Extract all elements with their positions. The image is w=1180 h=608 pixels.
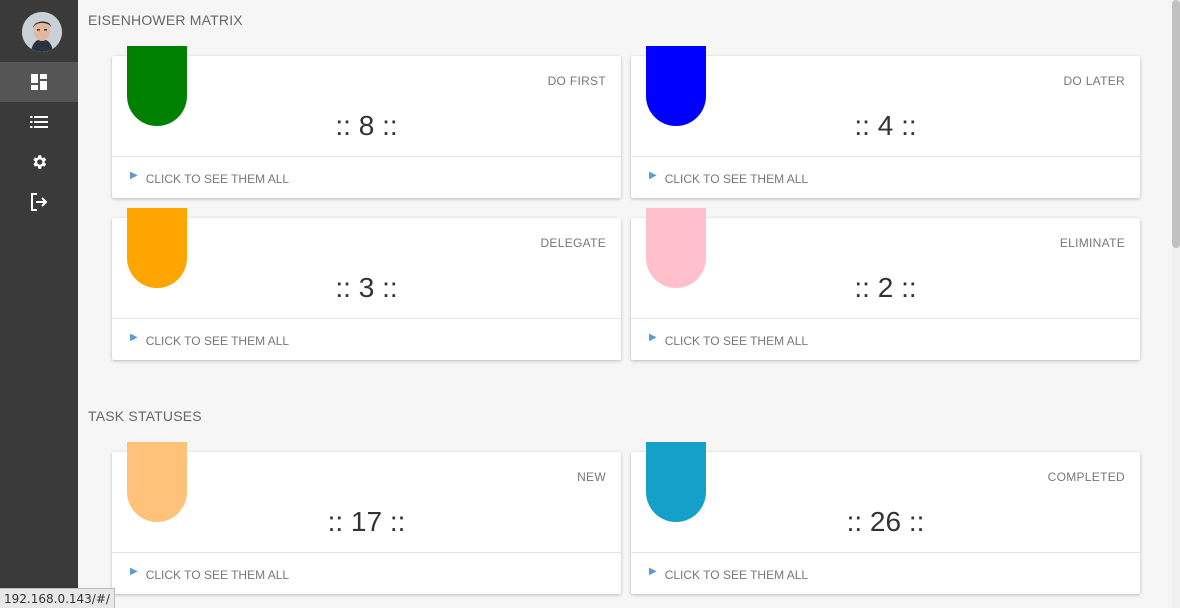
nav-dashboard[interactable] xyxy=(0,62,78,102)
card-completed: COMPLETED :: 26 :: ▶ CLICK TO SEE THEM A… xyxy=(631,442,1140,594)
main-content: EISENHOWER MATRIX DO FIRST :: 8 :: ▶ CLI… xyxy=(78,0,1172,608)
vertical-scrollbar[interactable] xyxy=(1172,0,1180,608)
card-label: DELEGATE xyxy=(540,236,606,250)
status-bar-url: 192.168.0.143/#/ xyxy=(0,588,115,608)
list-icon xyxy=(30,116,48,128)
see-all-label: CLICK TO SEE THEM ALL xyxy=(145,568,290,582)
card-label: DO LATER xyxy=(1063,74,1125,88)
section-title-matrix: EISENHOWER MATRIX xyxy=(88,12,243,28)
nav-list[interactable] xyxy=(0,102,78,142)
caret-right-icon: ▶ xyxy=(649,565,657,577)
see-all-label: CLICK TO SEE THEM ALL xyxy=(664,172,809,186)
caret-right-icon: ▶ xyxy=(130,169,138,181)
divider xyxy=(631,156,1140,157)
card-delegate: DELEGATE :: 3 :: ▶ CLICK TO SEE THEM ALL xyxy=(112,208,621,360)
see-all-link[interactable]: ▶ CLICK TO SEE THEM ALL xyxy=(649,331,809,349)
card-do-later: DO LATER :: 4 :: ▶ CLICK TO SEE THEM ALL xyxy=(631,46,1140,198)
user-avatar[interactable] xyxy=(22,12,62,52)
card-label: NEW xyxy=(577,470,606,484)
card-do-first: DO FIRST :: 8 :: ▶ CLICK TO SEE THEM ALL xyxy=(112,46,621,198)
nav-settings[interactable] xyxy=(0,142,78,182)
divider xyxy=(112,552,621,553)
card-count: :: 2 :: xyxy=(854,272,917,303)
card-count: :: 4 :: xyxy=(854,110,917,141)
caret-right-icon: ▶ xyxy=(130,331,138,343)
card-count: :: 26 :: xyxy=(846,506,925,537)
see-all-link[interactable]: ▶ CLICK TO SEE THEM ALL xyxy=(130,565,290,583)
card-label: ELIMINATE xyxy=(1059,236,1125,250)
see-all-link[interactable]: ▶ CLICK TO SEE THEM ALL xyxy=(649,565,809,583)
sidebar xyxy=(0,0,78,608)
card-count: :: 17 :: xyxy=(327,506,406,537)
caret-right-icon: ▶ xyxy=(130,565,138,577)
caret-right-icon: ▶ xyxy=(649,169,657,181)
divider xyxy=(631,318,1140,319)
card-eliminate: ELIMINATE :: 2 :: ▶ CLICK TO SEE THEM AL… xyxy=(631,208,1140,360)
divider xyxy=(112,156,621,157)
see-all-link[interactable]: ▶ CLICK TO SEE THEM ALL xyxy=(130,331,290,349)
see-all-label: CLICK TO SEE THEM ALL xyxy=(145,172,290,186)
logout-icon xyxy=(31,193,48,211)
see-all-label: CLICK TO SEE THEM ALL xyxy=(664,568,809,582)
section-title-statuses: TASK STATUSES xyxy=(88,408,202,424)
divider xyxy=(631,552,1140,553)
see-all-label: CLICK TO SEE THEM ALL xyxy=(664,334,809,348)
card-new: NEW :: 17 :: ▶ CLICK TO SEE THEM ALL xyxy=(112,442,621,594)
nav-logout[interactable] xyxy=(0,182,78,222)
card-label: COMPLETED xyxy=(1047,470,1125,484)
see-all-link[interactable]: ▶ CLICK TO SEE THEM ALL xyxy=(649,169,809,187)
gear-icon xyxy=(33,155,47,169)
card-count: :: 3 :: xyxy=(335,272,398,303)
scrollbar-thumb[interactable] xyxy=(1172,0,1180,248)
divider xyxy=(112,318,621,319)
dashboard-icon xyxy=(31,74,47,90)
see-all-label: CLICK TO SEE THEM ALL xyxy=(145,334,290,348)
card-count: :: 8 :: xyxy=(335,110,398,141)
see-all-link[interactable]: ▶ CLICK TO SEE THEM ALL xyxy=(130,169,290,187)
caret-right-icon: ▶ xyxy=(649,331,657,343)
card-label: DO FIRST xyxy=(547,74,606,88)
